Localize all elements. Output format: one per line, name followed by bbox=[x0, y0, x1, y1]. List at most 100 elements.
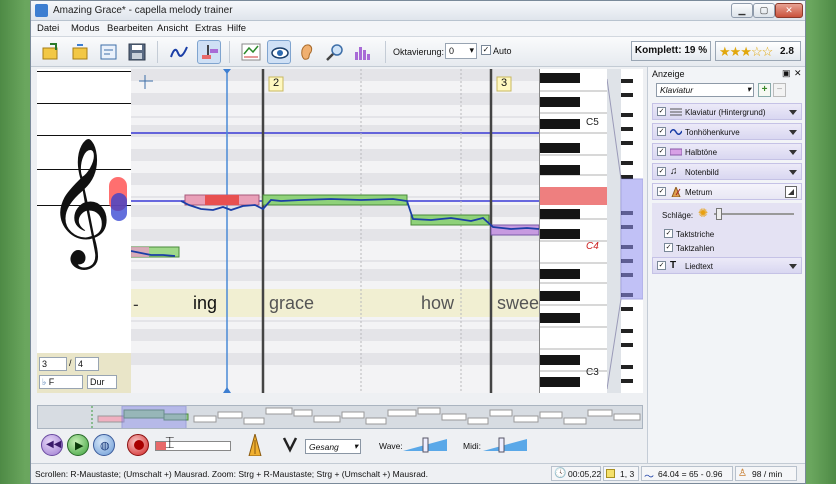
staff-panel: 𝄞 bbox=[37, 69, 131, 353]
layer-checkbox[interactable]: ✓ bbox=[657, 187, 666, 196]
menu-bearbeiten[interactable]: Bearbeiten bbox=[107, 23, 153, 34]
layer-checkbox[interactable]: ✓ bbox=[657, 147, 666, 156]
completion-indicator: Komplett: 19 % bbox=[631, 41, 711, 61]
layer-klaviatur[interactable]: ✓ Klaviatur (Hintergrund) bbox=[652, 103, 802, 120]
chevron-down-icon[interactable] bbox=[789, 264, 797, 269]
loop-button[interactable]: ◍ bbox=[93, 434, 115, 456]
layer-tonhoehenkurve[interactable]: ✓ Tonhöhenkurve bbox=[652, 123, 802, 140]
zoom-button[interactable] bbox=[323, 40, 347, 64]
note-mode-button[interactable] bbox=[197, 40, 221, 64]
metronome-icon bbox=[671, 187, 681, 197]
key-select[interactable]: ♭ F bbox=[39, 375, 83, 389]
display-panel: Anzeige ▣ ✕ Klaviatur ▾ + − ✓ Klaviatur (… bbox=[647, 67, 805, 463]
layer-checkbox[interactable]: ✓ bbox=[657, 261, 666, 270]
mini-keyboard bbox=[606, 69, 644, 393]
layer-notenbild[interactable]: ✓ ♫ Notenbild bbox=[652, 163, 802, 180]
display-preset-select[interactable]: Klaviatur ▾ bbox=[656, 83, 754, 97]
chevron-down-icon[interactable] bbox=[789, 110, 797, 115]
star-rating: ★★★☆☆ bbox=[719, 44, 773, 59]
sun-icon: ✺ bbox=[698, 206, 709, 220]
save-button[interactable] bbox=[125, 40, 149, 64]
statistics-button[interactable] bbox=[351, 40, 375, 64]
minimize-button[interactable]: ▁ bbox=[731, 3, 753, 18]
pitch-range-scroller[interactable] bbox=[606, 69, 644, 393]
menu-modus[interactable]: Modus bbox=[71, 23, 100, 34]
oktavierung-select[interactable]: 0 ▾ bbox=[445, 43, 477, 59]
layer-checkbox[interactable]: ✓ bbox=[657, 127, 666, 136]
midi-label: Midi: bbox=[463, 441, 481, 451]
flat-icon: ♭ bbox=[42, 377, 47, 387]
piano-keyboard[interactable]: C5 C4 C3 bbox=[539, 69, 607, 393]
taktzahlen-label: Taktzahlen bbox=[676, 244, 715, 253]
magnifier-icon bbox=[326, 44, 343, 61]
pitch-curve-icon: 〜 bbox=[644, 472, 654, 483]
maximize-button[interactable]: ▢ bbox=[753, 3, 775, 18]
close-button[interactable]: ✕ bbox=[775, 3, 803, 18]
open-song-button[interactable] bbox=[69, 40, 93, 64]
layer-checkbox[interactable]: ✓ bbox=[657, 167, 666, 176]
record-button[interactable] bbox=[127, 434, 149, 456]
pitch-curve-icon bbox=[170, 46, 188, 58]
menu-ansicht[interactable]: Ansicht bbox=[157, 23, 188, 34]
menu-bar: Datei Modus Bearbeiten Ansicht Extras Hi… bbox=[31, 21, 805, 37]
auto-label: Auto bbox=[493, 46, 512, 56]
close-panel-icon[interactable]: ✕ bbox=[794, 68, 802, 79]
beat-volume-slider[interactable] bbox=[714, 213, 794, 215]
staff-controls: 3 / 4 ♭ F Dur bbox=[37, 353, 131, 393]
status-help-text: Scrollen: R-Maustaste; (Umschalt +) Maus… bbox=[35, 469, 429, 479]
beats-input[interactable]: 3 bbox=[39, 357, 67, 371]
lyric-syllable: how bbox=[421, 293, 455, 313]
layer-label: Halbtöne bbox=[685, 148, 718, 157]
listen-button[interactable] bbox=[295, 40, 319, 64]
audio-mode-select[interactable]: Gesang ▾ bbox=[305, 439, 361, 454]
piano-roll[interactable]: 2 3 - ing grace how swee bbox=[131, 69, 539, 393]
text-icon: T bbox=[670, 260, 677, 271]
layer-label: Metrum bbox=[685, 188, 713, 197]
layer-checkbox[interactable]: ✓ bbox=[657, 107, 666, 116]
clock-icon: 🕓 bbox=[554, 468, 567, 479]
layer-metrum[interactable]: ✓ Metrum bbox=[652, 183, 802, 200]
chevron-down-icon: ▾ bbox=[353, 441, 358, 451]
song-overview[interactable] bbox=[37, 405, 643, 429]
auto-checkbox[interactable]: ✓ bbox=[481, 45, 491, 55]
import-button[interactable] bbox=[97, 40, 121, 64]
oktavierung-label: Oktavierung: bbox=[393, 47, 445, 57]
chevron-down-icon[interactable] bbox=[789, 170, 797, 175]
rewind-button[interactable]: ◀◀ bbox=[41, 434, 63, 456]
open-icon bbox=[42, 43, 58, 60]
remove-layer-button[interactable]: − bbox=[773, 83, 786, 97]
layer-label: Notenbild bbox=[685, 168, 719, 177]
layer-halbtoene[interactable]: ✓ Halbtöne bbox=[652, 143, 802, 160]
add-layer-button[interactable]: + bbox=[758, 83, 771, 97]
chevron-down-icon[interactable] bbox=[789, 130, 797, 135]
play-button[interactable]: ▶ bbox=[67, 434, 89, 456]
pitch-curve-button[interactable] bbox=[167, 40, 191, 64]
recording-view-button[interactable] bbox=[239, 40, 263, 64]
beat-unit-select[interactable]: 4 bbox=[75, 357, 99, 371]
menu-datei[interactable]: Datei bbox=[37, 23, 59, 34]
piano-label-c3: C3 bbox=[586, 367, 599, 378]
taktzahlen-checkbox[interactable]: ✓ bbox=[664, 243, 673, 252]
menu-hilfe[interactable]: Hilfe bbox=[227, 23, 246, 34]
save-icon bbox=[128, 43, 146, 61]
piano-roll-canvas bbox=[131, 69, 539, 393]
layer-liedtext[interactable]: ✓ T Liedtext bbox=[652, 257, 802, 274]
chevron-down-icon[interactable] bbox=[789, 150, 797, 155]
collapse-icon[interactable] bbox=[785, 186, 797, 198]
beat-volume-slider-thumb[interactable] bbox=[716, 208, 722, 220]
open-button[interactable] bbox=[39, 40, 63, 64]
taktstriche-label: Taktstriche bbox=[676, 230, 715, 239]
ear-icon bbox=[301, 44, 313, 60]
measure-number-2: 2 bbox=[273, 77, 280, 89]
metrum-options: Schläge: ✺ ✓ Taktstriche ✓ Taktzahlen bbox=[652, 203, 802, 265]
cursor-marker-icon: ⌶ bbox=[165, 435, 175, 452]
mode-select[interactable]: Dur bbox=[87, 375, 117, 389]
treble-clef-icon: 𝄞 bbox=[47, 136, 113, 264]
float-panel-icon[interactable]: ▣ bbox=[782, 68, 791, 79]
panel-title: Anzeige bbox=[652, 69, 685, 79]
pitch-indicator-blue bbox=[111, 193, 127, 221]
title-bar: Amazing Grace* - capella melody trainer … bbox=[31, 1, 805, 21]
menu-extras[interactable]: Extras bbox=[195, 23, 222, 34]
taktstriche-checkbox[interactable]: ✓ bbox=[664, 229, 673, 238]
view-button[interactable] bbox=[267, 40, 291, 64]
